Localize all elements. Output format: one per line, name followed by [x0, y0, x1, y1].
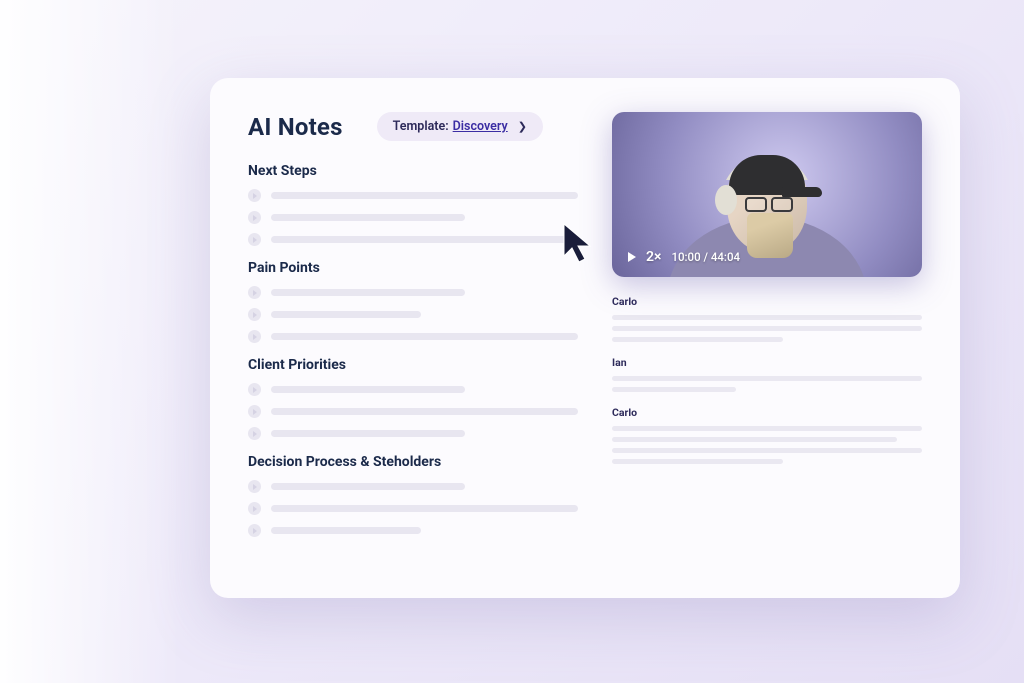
notes-column: AI Notes Template: Discovery ❯ Next Step…: [248, 112, 582, 564]
placeholder-line: [271, 408, 578, 415]
placeholder-line: [271, 386, 465, 393]
placeholder-line: [271, 483, 465, 490]
play-bullet-icon: [248, 524, 261, 537]
total-time: 44:04: [711, 250, 740, 264]
placeholder-line: [271, 430, 465, 437]
list-item[interactable]: [248, 330, 582, 343]
section-items: [248, 383, 582, 440]
video-controls: 2× 10:00 / 44:04: [628, 249, 740, 265]
transcript-speaker: Ian: [612, 356, 922, 369]
placeholder-line: [612, 437, 897, 442]
play-bullet-icon: [248, 383, 261, 396]
section-heading-next-steps: Next Steps: [248, 163, 582, 179]
video-player[interactable]: 2× 10:00 / 44:04: [612, 112, 922, 277]
section-items: [248, 189, 582, 246]
chevron-right-icon: ❯: [518, 120, 527, 133]
section-items: [248, 286, 582, 343]
placeholder-line: [271, 214, 465, 221]
list-item[interactable]: [248, 427, 582, 440]
play-bullet-icon: [248, 330, 261, 343]
list-item[interactable]: [248, 211, 582, 224]
list-item[interactable]: [248, 286, 582, 299]
play-icon[interactable]: [628, 252, 636, 262]
page-title: AI Notes: [248, 113, 343, 141]
section-heading-client-priorities: Client Priorities: [248, 357, 582, 373]
placeholder-line: [271, 311, 421, 318]
current-time: 10:00: [671, 250, 700, 264]
list-item[interactable]: [248, 405, 582, 418]
play-bullet-icon: [248, 233, 261, 246]
media-column: 2× 10:00 / 44:04 Carlo Ian Carlo: [612, 112, 922, 564]
play-bullet-icon: [248, 308, 261, 321]
transcript-speaker: Carlo: [612, 406, 922, 419]
transcript-speaker: Carlo: [612, 295, 922, 308]
placeholder-line: [271, 505, 578, 512]
play-bullet-icon: [248, 286, 261, 299]
placeholder-line: [612, 376, 922, 381]
template-label: Template:: [393, 119, 449, 134]
placeholder-line: [612, 387, 736, 392]
placeholder-line: [612, 426, 922, 431]
transcript-block[interactable]: [612, 426, 922, 464]
play-bullet-icon: [248, 405, 261, 418]
list-item[interactable]: [248, 502, 582, 515]
time-display: 10:00 / 44:04: [671, 250, 740, 264]
placeholder-line: [612, 459, 783, 464]
section-items: [248, 480, 582, 537]
placeholder-line: [612, 337, 783, 342]
template-value: Discovery: [453, 119, 508, 134]
list-item[interactable]: [248, 233, 582, 246]
placeholder-line: [271, 333, 578, 340]
playback-speed[interactable]: 2×: [646, 249, 661, 265]
placeholder-line: [612, 315, 922, 320]
play-bullet-icon: [248, 427, 261, 440]
play-bullet-icon: [248, 480, 261, 493]
time-separator: /: [703, 250, 708, 264]
list-item[interactable]: [248, 383, 582, 396]
transcript-panel: Carlo Ian Carlo: [612, 295, 922, 464]
placeholder-line: [271, 527, 421, 534]
list-item[interactable]: [248, 189, 582, 202]
notes-card: AI Notes Template: Discovery ❯ Next Step…: [210, 78, 960, 598]
play-bullet-icon: [248, 502, 261, 515]
list-item[interactable]: [248, 308, 582, 321]
placeholder-line: [612, 448, 922, 453]
header-row: AI Notes Template: Discovery ❯: [248, 112, 582, 141]
list-item[interactable]: [248, 480, 582, 493]
template-selector[interactable]: Template: Discovery ❯: [377, 112, 543, 141]
placeholder-line: [271, 236, 578, 243]
placeholder-line: [612, 326, 922, 331]
placeholder-line: [271, 289, 465, 296]
section-heading-pain-points: Pain Points: [248, 260, 582, 276]
list-item[interactable]: [248, 524, 582, 537]
section-heading-decision-process: Decision Process & Steholders: [248, 454, 582, 470]
play-bullet-icon: [248, 211, 261, 224]
transcript-block[interactable]: [612, 315, 922, 342]
transcript-block[interactable]: [612, 376, 922, 392]
placeholder-line: [271, 192, 578, 199]
play-bullet-icon: [248, 189, 261, 202]
